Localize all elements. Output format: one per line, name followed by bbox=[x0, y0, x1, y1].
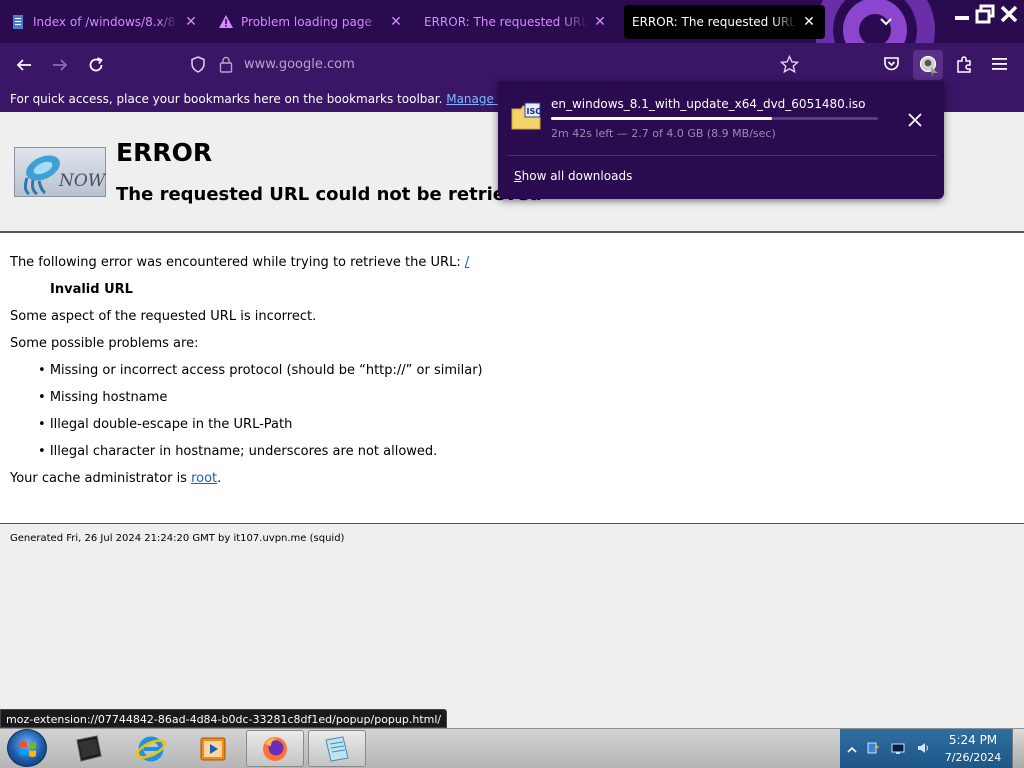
download-status: 2m 42s left — 2.7 of 4.0 GB (8.9 MB/sec) bbox=[551, 127, 776, 140]
taskbar-notepad[interactable] bbox=[308, 730, 366, 767]
intro-text: The following error was encountered whil… bbox=[10, 255, 465, 270]
action-center-icon[interactable] bbox=[866, 741, 880, 755]
tab-label: Problem loading page bbox=[241, 15, 372, 29]
show-desktop-button[interactable] bbox=[1012, 729, 1024, 768]
document-icon bbox=[13, 15, 23, 29]
clock-date[interactable]: 7/26/2024 bbox=[940, 751, 1006, 764]
media-center-icon bbox=[76, 734, 102, 762]
url-input[interactable]: www.google.com bbox=[244, 57, 355, 72]
admin-text: Your cache administrator is bbox=[10, 471, 192, 486]
show-all-downloads-button[interactable]: Show all downloads bbox=[514, 169, 632, 183]
tab-label: ERROR: The requested URL coul bbox=[424, 15, 588, 29]
link-status-tooltip: moz-extension://07744842-86ad-4d84-b0dc-… bbox=[0, 709, 448, 728]
download-progress-fill bbox=[551, 117, 772, 120]
firefox-icon bbox=[263, 736, 287, 761]
shield-icon[interactable] bbox=[190, 56, 206, 73]
pocket-icon[interactable] bbox=[883, 56, 900, 72]
theme-decoration bbox=[815, 0, 935, 43]
admin-link[interactable]: root bbox=[191, 471, 217, 486]
svg-text:NOW: NOW bbox=[58, 171, 107, 191]
download-file-name[interactable]: en_windows_8.1_with_update_x64_dvd_60514… bbox=[551, 97, 865, 111]
error-aspect: Some aspect of the requested URL is inco… bbox=[10, 309, 317, 324]
downloads-divider bbox=[507, 155, 937, 156]
back-button[interactable] bbox=[12, 53, 36, 77]
clock-time[interactable]: 5:24 PM bbox=[940, 733, 1006, 747]
admin-period: . bbox=[217, 471, 222, 486]
svg-text:ISO: ISO bbox=[527, 107, 542, 116]
volume-icon[interactable] bbox=[916, 741, 930, 755]
chevron-down-icon[interactable] bbox=[876, 12, 896, 32]
reload-button[interactable] bbox=[84, 53, 108, 77]
notepad-icon bbox=[325, 735, 349, 762]
problem-text: Missing hostname bbox=[49, 390, 168, 405]
arrow-right-icon bbox=[53, 59, 68, 71]
iso-file-icon: ISO bbox=[511, 101, 542, 131]
divider bbox=[0, 523, 1024, 524]
warning-icon bbox=[219, 15, 233, 28]
iso-folder-icon: ISO bbox=[511, 102, 542, 130]
problem-text: Missing or incorrect access protocol (sh… bbox=[49, 363, 483, 378]
requested-url-link[interactable]: / bbox=[465, 255, 469, 270]
downloads-button[interactable] bbox=[913, 50, 943, 80]
close-icon[interactable]: ✕ bbox=[801, 14, 817, 30]
page-subtitle: The requested URL could not be retrieved bbox=[116, 184, 542, 205]
problems-heading: Some possible problems are: bbox=[10, 336, 199, 351]
bookmark-star-icon[interactable] bbox=[780, 55, 799, 74]
tab-label: Index of /windows/8.x/8.1/ bbox=[33, 15, 179, 29]
tray-expand-icon[interactable] bbox=[845, 743, 859, 757]
error-name: Invalid URL bbox=[50, 282, 133, 297]
tab-problem-loading[interactable]: Problem loading page ✕ bbox=[210, 5, 412, 39]
lock-icon[interactable] bbox=[219, 56, 233, 73]
list-item: • Missing hostname bbox=[38, 390, 168, 405]
tab-strip: Index of /windows/8.x/8.1/ ✕ Problem loa… bbox=[0, 0, 1024, 43]
internet-explorer-icon bbox=[135, 736, 167, 761]
tab-error-active[interactable]: ERROR: The requested URL coul ✕ bbox=[624, 5, 825, 39]
taskbar-media-player[interactable] bbox=[184, 730, 242, 767]
bookmarks-hint-text: For quick access, place your bookmarks h… bbox=[10, 92, 447, 106]
close-icon[interactable]: ✕ bbox=[183, 14, 199, 30]
download-progress-track bbox=[551, 117, 878, 120]
bookmarks-hint: For quick access, place your bookmarks h… bbox=[10, 92, 576, 106]
window-close-icon[interactable] bbox=[999, 4, 1019, 24]
list-item: • Missing or incorrect access protocol (… bbox=[38, 363, 483, 378]
tab-error-1[interactable]: ERROR: The requested URL coul ✕ bbox=[416, 5, 616, 39]
intro-line: The following error was encountered whil… bbox=[10, 255, 469, 270]
cancel-download-icon[interactable] bbox=[905, 110, 925, 130]
arrow-left-icon bbox=[16, 59, 31, 71]
squid-now-icon: NOW bbox=[23, 155, 107, 196]
tab-index-windows[interactable]: Index of /windows/8.x/8.1/ ✕ bbox=[2, 5, 207, 39]
taskbar-internet-explorer[interactable] bbox=[122, 730, 180, 767]
problem-text: Illegal double-escape in the URL-Path bbox=[49, 417, 293, 432]
forward-button[interactable] bbox=[48, 53, 72, 77]
list-item: • Illegal double-escape in the URL-Path bbox=[38, 417, 293, 432]
page-title: ERROR bbox=[116, 138, 213, 167]
squid-logo: NOW bbox=[14, 147, 107, 197]
extension-avatar-icon bbox=[919, 55, 938, 77]
media-player-icon bbox=[200, 737, 226, 760]
minimize-icon[interactable] bbox=[952, 4, 972, 24]
tab-label: ERROR: The requested URL coul bbox=[632, 15, 797, 29]
close-icon[interactable]: ✕ bbox=[592, 14, 608, 30]
hamburger-menu-icon[interactable] bbox=[991, 56, 1008, 72]
restore-icon[interactable] bbox=[975, 4, 995, 24]
generated-footer: Generated Fri, 26 Jul 2024 21:24:20 GMT … bbox=[10, 533, 345, 544]
taskbar-media-center[interactable] bbox=[60, 730, 118, 767]
taskbar-firefox[interactable] bbox=[246, 730, 304, 767]
problem-text: Illegal character in hostname; underscor… bbox=[49, 444, 438, 459]
extensions-puzzle-icon[interactable] bbox=[955, 55, 974, 74]
start-button[interactable] bbox=[7, 729, 47, 767]
reload-icon bbox=[89, 57, 103, 72]
windows-logo-icon bbox=[20, 741, 36, 757]
network-icon[interactable] bbox=[891, 741, 905, 755]
admin-line: Your cache administrator is root. bbox=[10, 471, 221, 486]
list-item: • Illegal character in hostname; undersc… bbox=[38, 444, 438, 459]
close-icon[interactable]: ✕ bbox=[388, 14, 404, 30]
